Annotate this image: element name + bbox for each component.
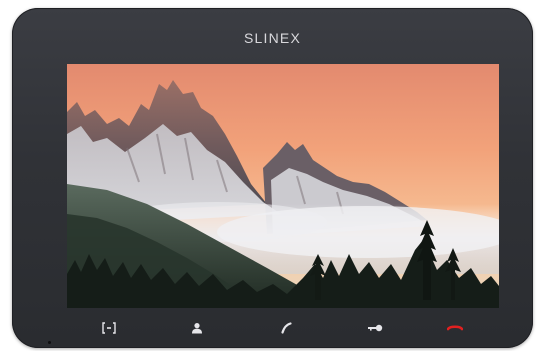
hang-up-icon (447, 325, 463, 331)
monitor-button[interactable] (98, 318, 120, 338)
hang-up-button[interactable] (444, 318, 466, 338)
mountain-landscape-image (67, 64, 499, 308)
brand-logo: SLINEX (244, 30, 301, 46)
user-button[interactable] (186, 318, 208, 338)
user-icon (192, 323, 202, 334)
video-screen (67, 64, 499, 308)
intercom-monitor: SLINEX (12, 8, 533, 348)
unlock-button[interactable] (364, 318, 386, 338)
control-bar (92, 318, 463, 342)
answer-handset-icon (281, 322, 292, 334)
status-led (48, 341, 51, 344)
monitor-icon (102, 322, 116, 334)
key-icon (368, 324, 383, 332)
answer-button[interactable] (276, 318, 298, 338)
